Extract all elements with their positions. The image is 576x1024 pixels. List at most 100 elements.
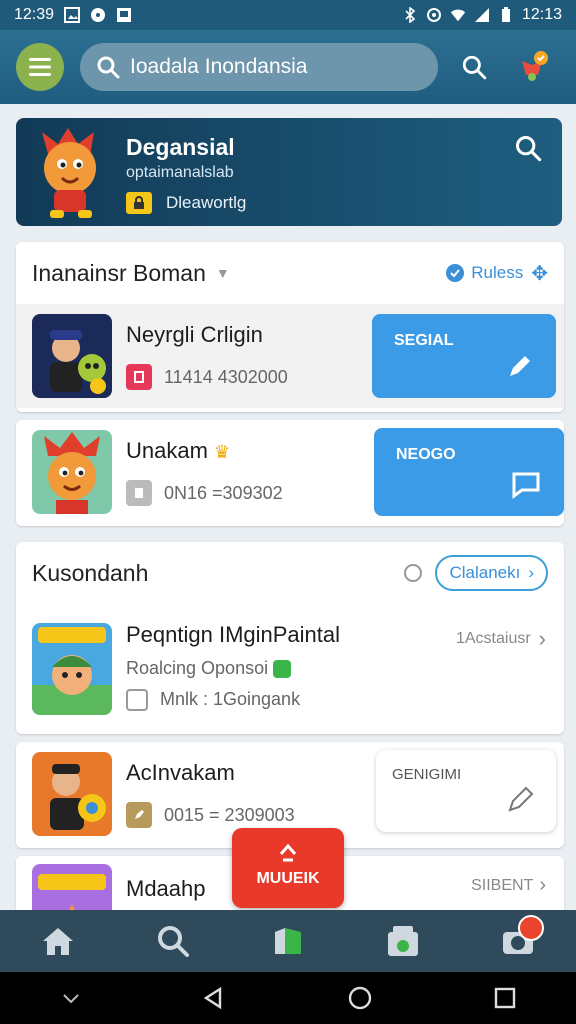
rules-label: Ruless	[471, 263, 524, 282]
banner-tag: Dleawortlg	[126, 192, 246, 214]
list-item[interactable]: Unakam ♛ 0N16 =309302 NEOGO	[16, 420, 564, 524]
move-icon: ✥	[531, 262, 548, 285]
pencil-icon	[510, 356, 530, 376]
edit-icon	[126, 802, 152, 828]
disc-icon	[91, 8, 106, 22]
tab-library[interactable]	[258, 913, 318, 969]
item-name: Unakam	[126, 438, 208, 463]
recents-icon[interactable]	[494, 987, 516, 1009]
bottom-navigation	[0, 910, 576, 972]
check-circle-icon	[446, 264, 465, 282]
home-icon	[42, 928, 73, 955]
item-meta: 0N16 =309302	[164, 482, 283, 503]
banner-tag-label: Dleawortlg	[166, 193, 247, 212]
item-name: Mdaahp	[126, 876, 206, 901]
item-meta: Mnlk : 1Goingank	[160, 689, 301, 709]
chevron-down-icon[interactable]	[61, 991, 81, 1005]
item-name: AcInvakam	[126, 760, 235, 785]
action-label: NEOGO	[396, 446, 456, 463]
game-thumbnail	[32, 864, 112, 916]
detail-link[interactable]: SIIBENT ›	[471, 874, 546, 897]
notification-icon	[522, 51, 548, 81]
system-nav-bar	[0, 972, 576, 1024]
action-button[interactable]: NEOGO	[374, 428, 564, 516]
action-button[interactable]: GENIGIMI	[376, 750, 556, 832]
signal-icon	[474, 8, 489, 22]
search-icon	[462, 55, 487, 80]
tab-camera[interactable]	[488, 913, 548, 969]
action-label: GENIGIMI	[392, 766, 462, 783]
notification-badge	[518, 915, 545, 941]
bookmark-icon	[274, 928, 301, 954]
detail-label: 1Acstaiusr	[455, 630, 531, 647]
menu-icon	[29, 58, 51, 76]
rules-link[interactable]: Ruless ✥	[445, 261, 548, 286]
home-button-icon[interactable]	[347, 985, 373, 1011]
search-text: Ioadala Inondansia	[130, 55, 308, 78]
chevron-down-icon[interactable]: ▼	[216, 265, 230, 281]
tab-home[interactable]	[28, 913, 88, 969]
detail-label: SIIBENT	[471, 876, 534, 894]
item-name: Neyrgli Crligin	[126, 322, 263, 347]
fab-label: MUUEIK	[256, 870, 320, 887]
sync-icon	[279, 843, 297, 862]
action-button[interactable]: SEGIAL	[372, 314, 556, 398]
app-bar: Ioadala Inondansia	[0, 30, 576, 104]
section-title: Inanainsr Boman	[32, 259, 206, 286]
search-button[interactable]	[452, 45, 496, 89]
search-input[interactable]: Ioadala Inondansia	[80, 43, 438, 91]
list-item-card: Unakam ♛ 0N16 =309302 NEOGO	[16, 420, 564, 526]
tab-store[interactable]	[373, 913, 433, 969]
menu-button[interactable]	[16, 43, 64, 91]
detail-link[interactable]: 1Acstaiusr ›	[456, 626, 546, 652]
chevron-right-icon: ›	[538, 626, 546, 651]
search-icon	[157, 926, 189, 957]
section-header: Kusondanh Clalanekı ›	[16, 542, 564, 604]
lock-icon	[126, 192, 152, 214]
section-header: Inanainsr Boman ▼ Ruless ✥	[16, 242, 564, 304]
pencil-icon	[508, 786, 534, 812]
bluetooth-icon	[405, 7, 416, 23]
filter-button[interactable]: Clalanekı ›	[435, 555, 548, 591]
status-time: 12:39	[14, 6, 55, 23]
crown-icon: ♛	[214, 442, 231, 462]
status-bar: 12:39 12:13	[0, 0, 576, 30]
featured-banner[interactable]: Degansial optaimanalslab Dleawortlg	[16, 118, 562, 226]
game-thumbnail	[32, 314, 112, 398]
search-icon	[97, 56, 120, 79]
checkbox[interactable]	[126, 688, 148, 711]
filter-label: Clalanekı	[449, 563, 521, 582]
radio-icon[interactable]	[403, 563, 423, 583]
status-time-right: 12:13	[521, 6, 562, 23]
banner-subtitle: optaimanalslab	[126, 164, 234, 181]
item-sub: Roalcing Oponsoi	[126, 657, 269, 678]
section-card: Inanainsr Boman ▼ Ruless ✥ Neyrgli Crlig…	[16, 242, 564, 412]
chat-icon	[512, 472, 540, 499]
item-meta: 11414 4302000	[164, 366, 288, 387]
chevron-right-icon: ›	[528, 563, 534, 582]
list-item[interactable]: Neyrgli Crligin 11414 4302000 SEGIAL	[16, 304, 564, 408]
list-item[interactable]: Peqntign IMginPaintal Roalcing Oponsoi M…	[16, 604, 564, 734]
document-icon	[126, 480, 152, 506]
section-title: Kusondanh	[32, 559, 149, 586]
store-icon	[388, 926, 419, 956]
sync-icon	[426, 8, 441, 22]
banner-title: Degansial	[126, 134, 235, 160]
notification-button[interactable]	[510, 45, 554, 89]
gallery-icon	[64, 7, 81, 23]
search-icon[interactable]	[514, 134, 542, 162]
item-meta: 0015 = 2309003	[164, 804, 295, 825]
tab-search[interactable]	[143, 913, 203, 969]
verified-icon	[273, 659, 292, 678]
tag-icon	[126, 364, 152, 390]
wifi-icon	[450, 9, 466, 22]
battery-icon	[501, 7, 510, 22]
game-thumbnail	[32, 752, 112, 836]
section-actions: Clalanekı ›	[403, 555, 548, 591]
back-icon[interactable]	[202, 986, 226, 1010]
chevron-right-icon: ›	[539, 874, 546, 896]
mascot-image	[42, 128, 96, 218]
section-card: Kusondanh Clalanekı › Peqntign IMginPain…	[16, 542, 564, 734]
floating-action-button[interactable]: MUUEIK	[232, 828, 344, 908]
action-label: SEGIAL	[394, 332, 454, 349]
